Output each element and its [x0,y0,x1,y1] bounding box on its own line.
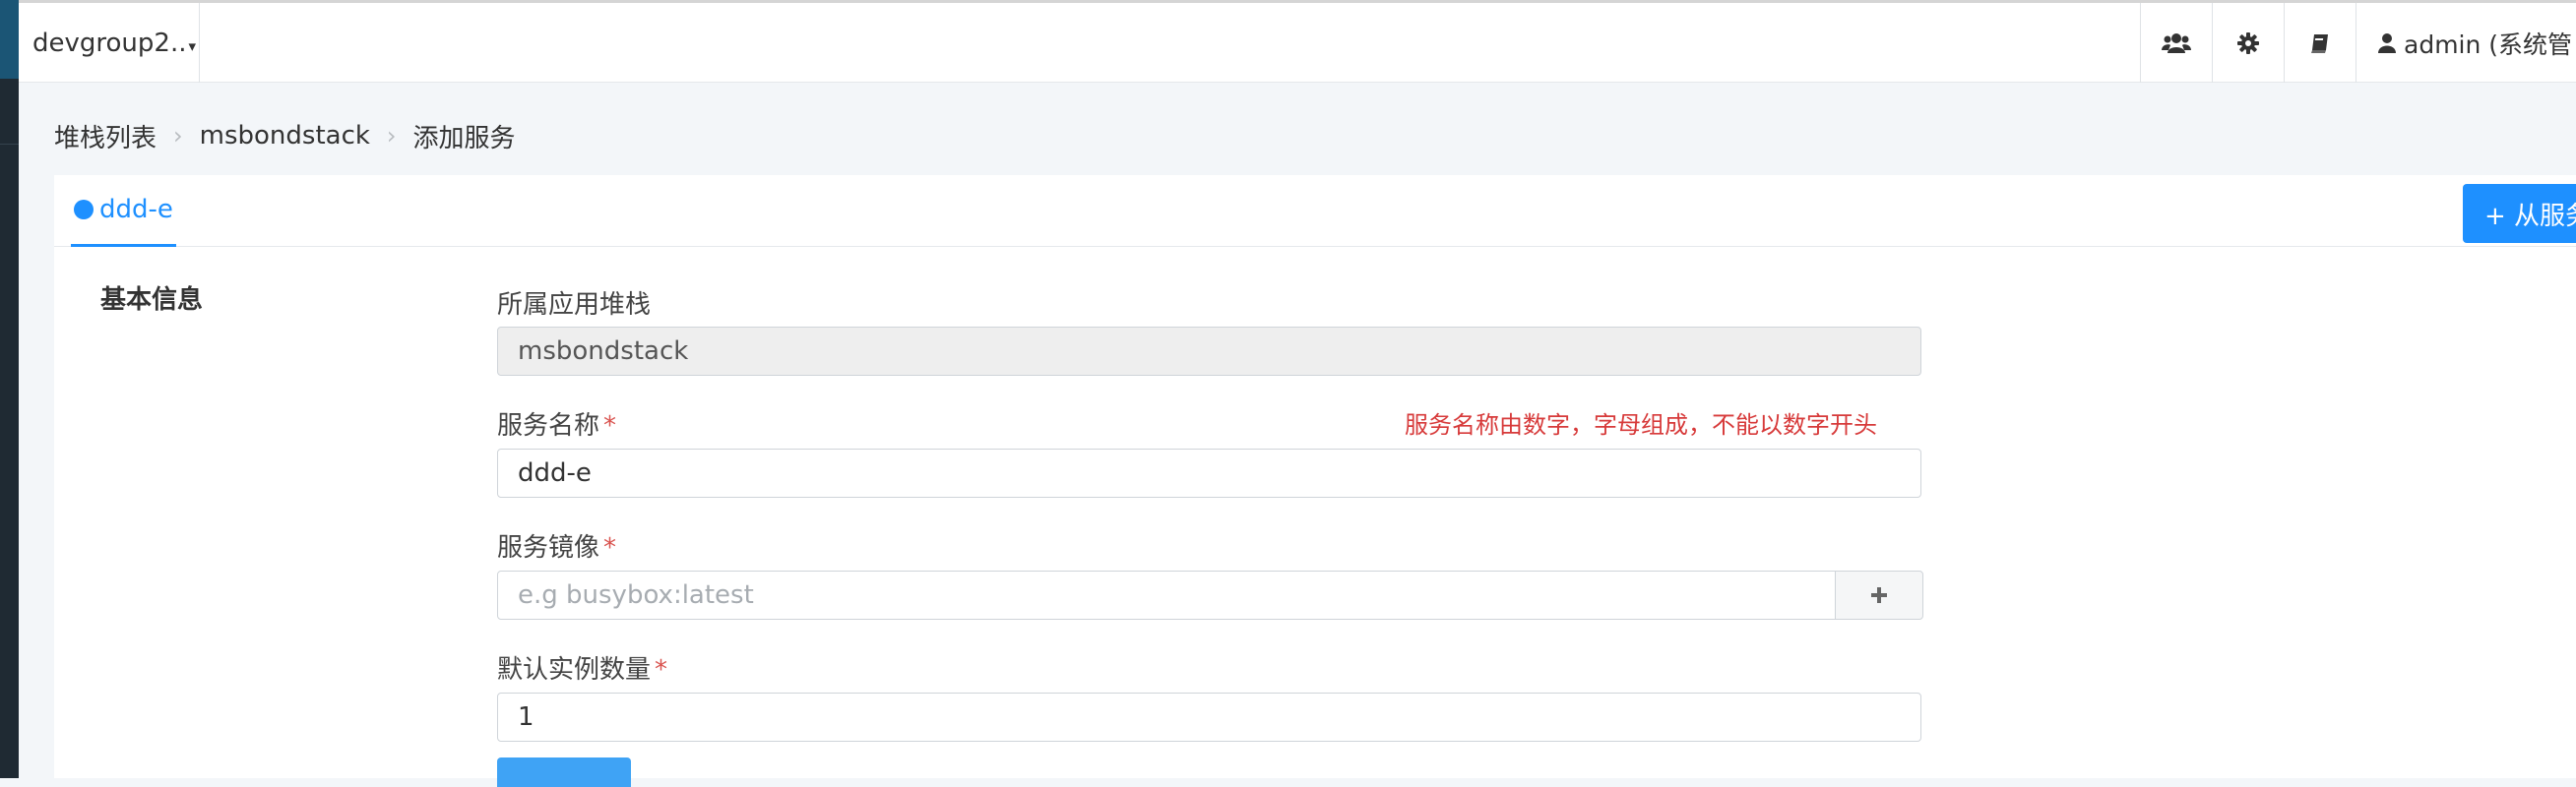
tab-label: ddd-e [99,195,173,224]
breadcrumb-stack-list[interactable]: 堆栈列表 [54,118,157,154]
instance-count-label: 默认实例数量 * [497,649,667,686]
top-navbar: devgroup2.. ▾ admin (系统管 [19,0,2576,83]
stack-field: msbondstack [497,327,1921,376]
submit-button[interactable] [497,757,631,787]
circle-icon [74,200,94,219]
service-name-error: 服务名称由数字，字母组成，不能以数字开头 [1405,411,1877,439]
group-select-label: devgroup2.. [32,28,187,58]
user-icon [2378,32,2396,53]
instance-count-input[interactable]: 1 [497,693,1921,742]
sidebar-strip [0,0,19,778]
breadcrumb: 堆栈列表 › msbondstack › 添加服务 [54,116,516,155]
user-label: admin (系统管 [2404,30,2573,59]
tab-ddd-e[interactable]: ddd-e [71,175,176,247]
caret-down-icon: ▾ [188,36,197,55]
sidebar-divider [0,144,19,145]
chevron-right-icon: › [173,122,183,150]
service-image-input[interactable]: e.g busybox:latest [497,571,1836,620]
stack-label: 所属应用堆栈 [497,284,651,321]
breadcrumb-stack[interactable]: msbondstack [200,121,370,151]
docs-button[interactable] [2284,3,2356,83]
service-name-label-text: 服务名称 [497,411,600,441]
service-tabs: ddd-e + 从服务 [54,175,2576,247]
instance-count-label-text: 默认实例数量 [497,655,652,685]
plus-icon [1871,587,1887,603]
add-image-button[interactable] [1835,571,1923,620]
required-marker: * [603,533,617,563]
gear-icon [2237,31,2259,54]
required-marker: * [655,655,668,685]
users-button[interactable] [2140,3,2212,83]
required-marker: * [603,411,617,441]
group-select[interactable]: devgroup2.. ▾ [19,3,200,83]
service-name-input[interactable]: ddd-e [497,449,1921,498]
add-from-service-button[interactable]: + 从服务 [2463,184,2576,243]
service-image-label-text: 服务镜像 [497,533,600,563]
sidebar-accent [0,0,19,79]
service-image-label: 服务镜像 * [497,527,616,564]
stack-label-text: 所属应用堆栈 [497,290,652,320]
settings-button[interactable] [2212,3,2284,83]
breadcrumb-current: 添加服务 [412,123,516,153]
section-title: 基本信息 [100,285,204,315]
service-name-label: 服务名称 * [497,405,616,442]
chevron-right-icon: › [386,122,397,150]
service-form-card: ddd-e + 从服务 基本信息 所属应用堆栈 msbondstack 服务名称… [54,175,2576,787]
book-icon [2311,33,2328,53]
users-icon [2162,32,2191,53]
user-menu[interactable]: admin (系统管 [2356,3,2576,83]
